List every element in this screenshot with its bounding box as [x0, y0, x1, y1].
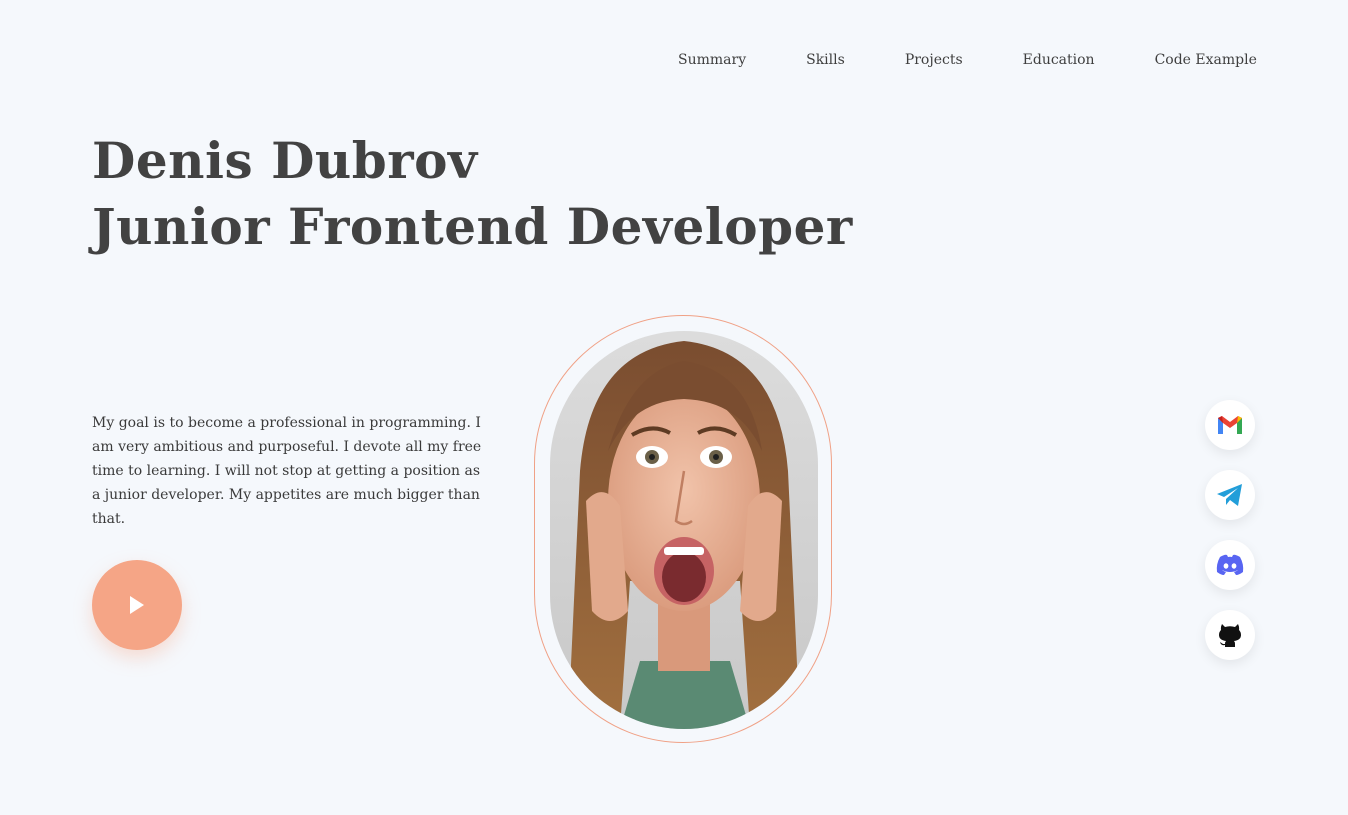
nav-link-code-example[interactable]: Code Example	[1155, 52, 1257, 68]
hero-title: Denis Dubrov Junior Frontend Developer	[92, 128, 853, 260]
telegram-link[interactable]	[1205, 470, 1255, 520]
discord-link[interactable]	[1205, 540, 1255, 590]
nav-link-projects[interactable]: Projects	[905, 52, 963, 68]
nav-link-summary[interactable]: Summary	[678, 52, 746, 68]
play-icon	[130, 596, 144, 614]
gmail-icon	[1218, 416, 1242, 434]
portrait-photo	[550, 331, 818, 729]
play-video-button[interactable]	[92, 560, 182, 650]
hero-summary: My goal is to become a professional in p…	[92, 415, 482, 527]
discord-icon	[1216, 554, 1244, 575]
hero-name: Denis Dubrov	[92, 131, 478, 190]
gmail-link[interactable]	[1205, 400, 1255, 450]
github-icon	[1219, 624, 1241, 647]
hero-role: Junior Frontend Developer	[92, 197, 853, 256]
telegram-icon	[1217, 484, 1242, 506]
nav-link-skills[interactable]: Skills	[806, 52, 845, 68]
main-nav: Summary Skills Projects Education Code E…	[678, 52, 1257, 68]
nav-link-education[interactable]: Education	[1023, 52, 1095, 68]
github-link[interactable]	[1205, 610, 1255, 660]
